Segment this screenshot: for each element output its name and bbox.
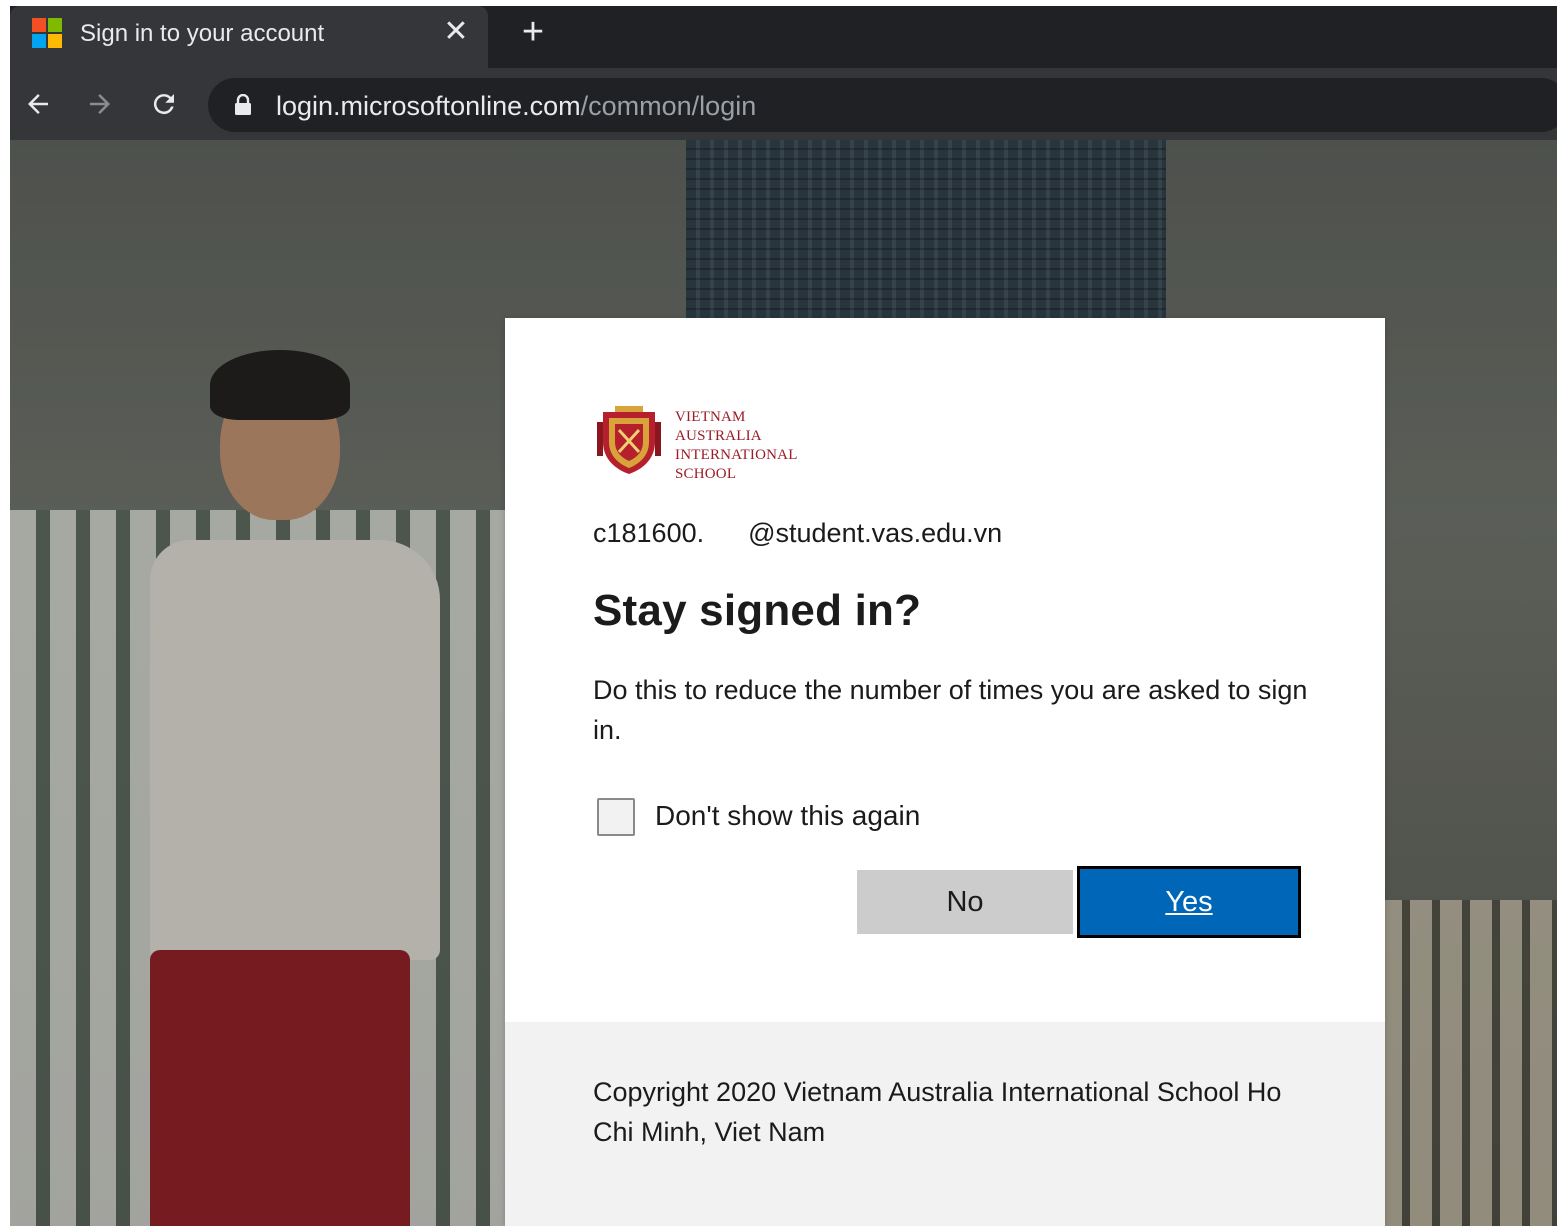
dialog-footer: Copyright 2020 Vietnam Australia Interna…	[505, 1022, 1385, 1226]
browser-toolbar: login.microsoftonline.com/common/login	[10, 68, 1557, 140]
reload-button[interactable]	[144, 84, 184, 124]
lock-icon	[235, 94, 251, 115]
dialog-title: Stay signed in?	[593, 586, 922, 635]
dont-show-again-label[interactable]: Don't show this again	[655, 800, 920, 832]
school-crest-icon	[597, 406, 661, 474]
url-text: login.microsoftonline.com/common/login	[276, 91, 756, 122]
tab-sign-in[interactable]: Sign in to your account ✕	[10, 6, 488, 68]
identity-suffix: @student.vas.edu.vn	[748, 518, 1003, 548]
copyright-text: Copyright 2020 Vietnam Australia Interna…	[593, 1077, 1282, 1147]
account-identity: c181600. @student.vas.edu.vn	[593, 518, 1002, 549]
identity-prefix: c181600.	[593, 518, 705, 548]
url-host: login.microsoftonline.com	[276, 91, 581, 121]
tab-close-icon[interactable]: ✕	[440, 16, 472, 48]
tab-strip: Sign in to your account ✕ +	[10, 6, 1557, 68]
reload-icon	[153, 94, 174, 115]
yes-button[interactable]: Yes	[1077, 866, 1301, 938]
sign-in-dialog: VIETNAM AUSTRALIA INTERNATIONAL SCHOOL c…	[505, 318, 1385, 1226]
browser-window: Sign in to your account ✕ + login.micros…	[10, 6, 1557, 1226]
dont-show-again-checkbox[interactable]	[597, 798, 635, 836]
microsoft-logo-icon	[32, 18, 62, 48]
url-path: /common/login	[580, 91, 757, 121]
arrow-right-icon	[90, 94, 110, 114]
page-background: VIETNAM AUSTRALIA INTERNATIONAL SCHOOL c…	[10, 140, 1557, 1226]
dialog-description: Do this to reduce the number of times yo…	[593, 675, 1308, 745]
school-logo: VIETNAM AUSTRALIA INTERNATIONAL SCHOOL	[595, 404, 815, 482]
back-button[interactable]	[18, 84, 58, 124]
forward-button[interactable]	[80, 84, 120, 124]
arrow-left-icon	[28, 94, 48, 114]
new-tab-button[interactable]: +	[515, 13, 551, 51]
no-button[interactable]: No	[857, 870, 1073, 934]
tab-title: Sign in to your account	[80, 20, 325, 47]
school-name: VIETNAM AUSTRALIA INTERNATIONAL SCHOOL	[675, 409, 798, 482]
address-bar[interactable]: login.microsoftonline.com/common/login	[208, 78, 1557, 132]
